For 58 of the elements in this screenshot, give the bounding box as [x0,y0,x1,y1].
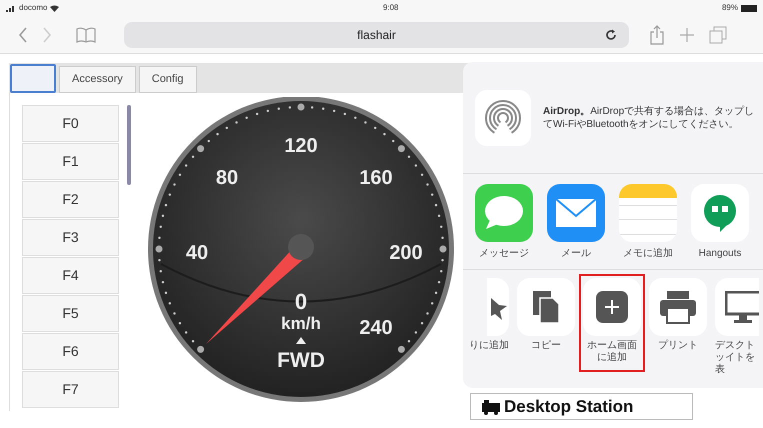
app-label[interactable]: メール [561,246,591,261]
tab[interactable] [10,64,56,93]
speed-unit: km/h [281,314,321,333]
clock-time: 9:08 [382,2,399,14]
signal-icon [6,4,16,12]
scale-label: 40 [186,242,208,264]
monitor-icon[interactable] [725,291,759,323]
mail-icon[interactable] [547,184,605,242]
reload-icon[interactable] [605,28,617,40]
printer-icon[interactable] [659,290,697,324]
messages-icon[interactable] [475,184,533,242]
share-action[interactable]: りに追加 [463,274,513,360]
hangouts-icon[interactable] [691,184,749,242]
direction-label: FWD [277,349,325,372]
app-label[interactable]: Hangouts [698,246,742,261]
bookmarks-icon[interactable] [76,26,96,42]
train-icon [481,398,501,414]
direction-arrow-icon [296,337,306,344]
function-button[interactable]: F6 [22,333,119,370]
highlighted-action[interactable]: ホーム画面に追加 [579,274,645,372]
speed-value: 0 [294,289,308,314]
function-button[interactable]: F2 [22,181,119,218]
action-label[interactable]: りに追加 [469,340,509,352]
carrier-name: docomo [19,2,48,14]
action-label[interactable]: プリント [649,340,707,352]
function-button[interactable]: F3 [22,219,119,256]
scale-label: 80 [216,167,238,189]
action-label[interactable]: コピー [517,340,575,352]
copy-icon[interactable] [531,289,561,325]
app-label[interactable]: メッセージ [479,246,529,261]
function-button[interactable]: F4 [22,257,119,294]
airdrop-message: AirDrop。AirDropで共有する場合は、タップしてWi-FiやBluetoothをオンにしてください。 [543,104,756,130]
tabs-icon[interactable] [709,26,727,44]
tab[interactable]: Accessory [59,66,136,93]
battery-icon [741,4,757,12]
logo-text: Desktop Station [504,396,634,418]
function-button[interactable]: F5 [22,295,119,332]
function-button[interactable]: F7 [22,371,119,408]
battery-level: 89% [722,2,738,14]
airdrop-icon[interactable] [475,90,531,146]
scale-label: 240 [359,317,393,339]
scale-label: 160 [359,167,393,189]
scrollbar[interactable] [127,105,131,185]
share-icon[interactable] [649,24,665,44]
add-icon[interactable] [596,291,628,323]
app-label[interactable]: メモに追加 [623,246,673,261]
scale-label: 120 [284,135,318,157]
scale-label: 200 [389,242,423,264]
share-action[interactable]: デスクトッイトを表 [711,274,763,384]
new-tab-icon[interactable] [679,26,695,42]
wifi-icon [50,4,60,12]
function-button[interactable]: F1 [22,143,119,180]
tab[interactable]: Config [138,66,197,93]
action-label[interactable]: ホーム画面に追加 [583,340,641,364]
address-bar[interactable]: flashair [124,22,629,48]
action-label[interactable]: デスクトッイトを表 [715,340,759,376]
function-button[interactable]: F0 [22,105,119,142]
back-icon[interactable] [18,26,28,42]
